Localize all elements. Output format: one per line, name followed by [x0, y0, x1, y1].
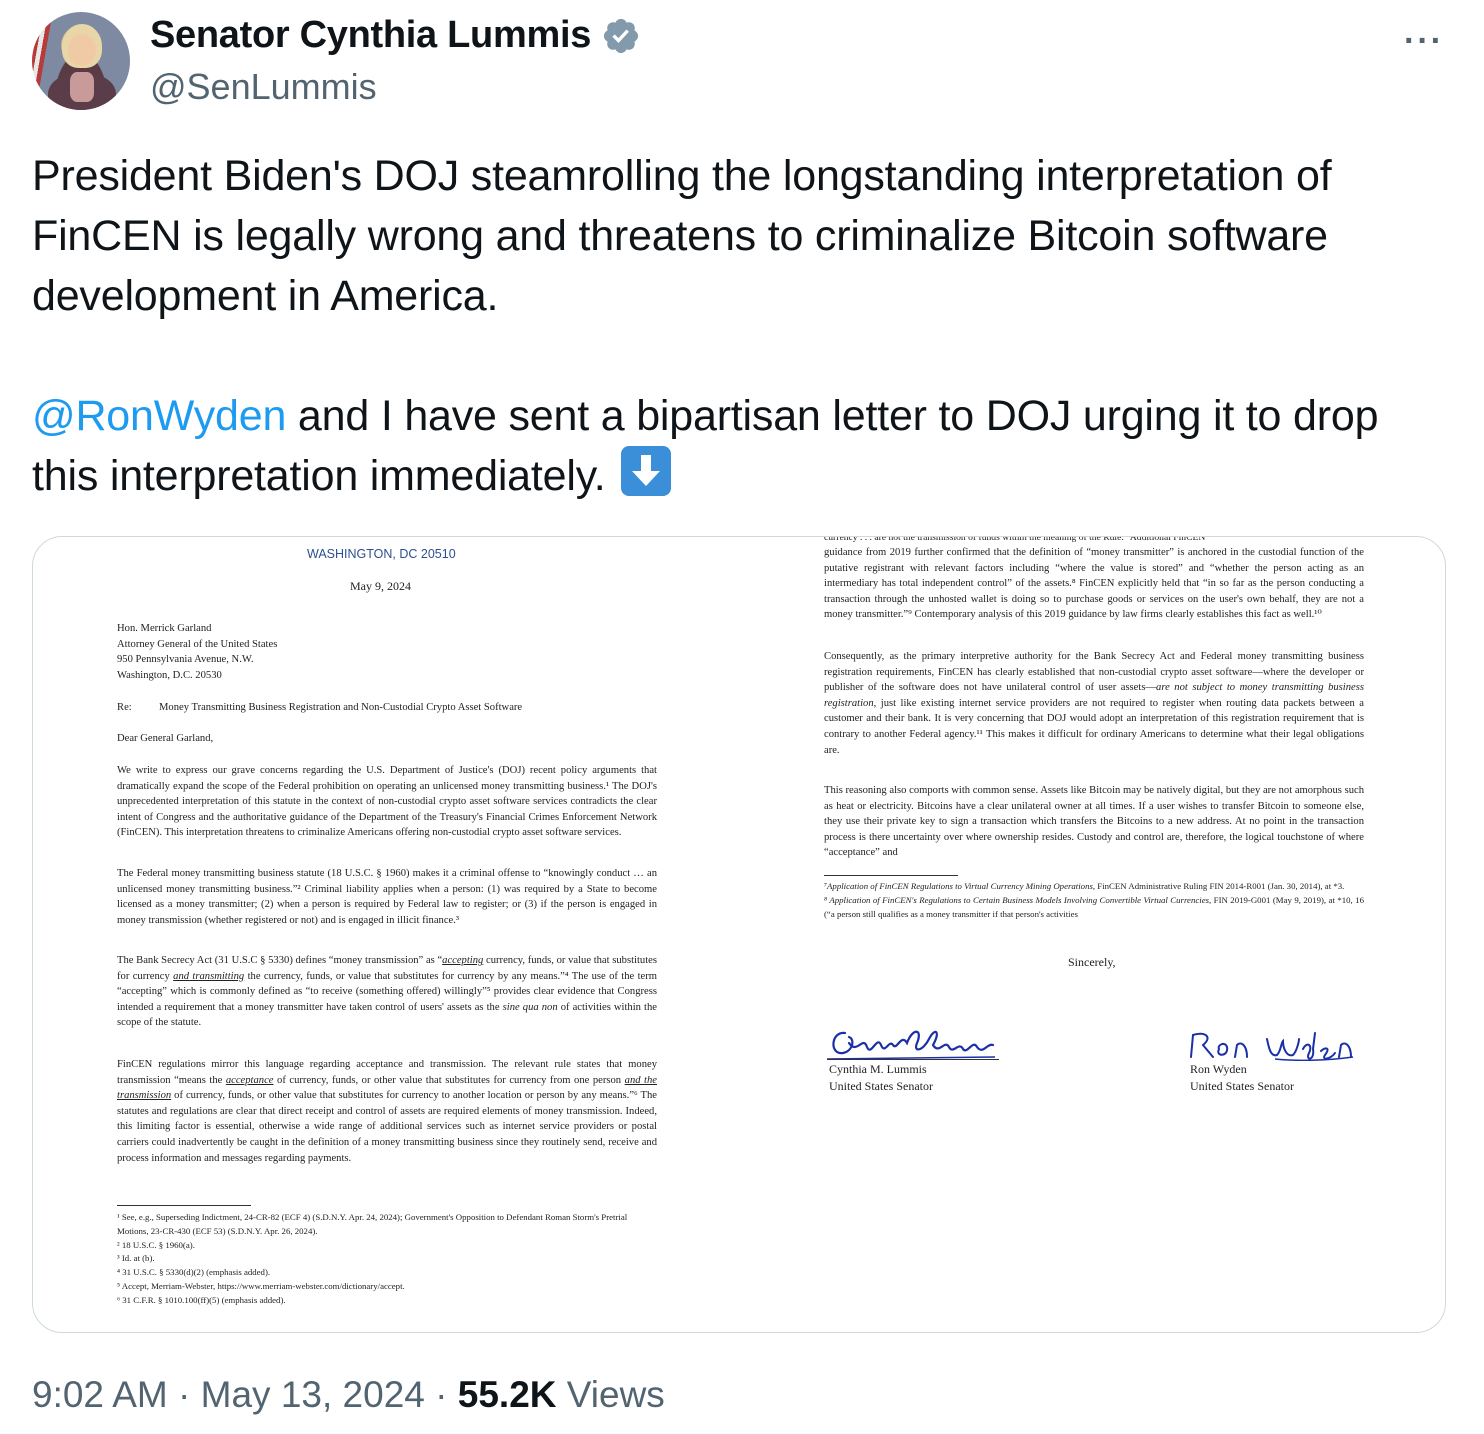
verified-badge-icon[interactable] [601, 16, 641, 56]
address-line: 950 Pennsylvania Avenue, N.W. [117, 654, 254, 666]
footnote: ⁶ 31 C.F.R. § 1010.100(ff)(5) (emphasis … [117, 1294, 286, 1305]
salutation: Dear General Garland, [117, 733, 214, 744]
avatar-face [68, 34, 96, 66]
down-arrow-emoji-icon [621, 446, 672, 496]
footnote: ⁸ Application of FinCEN's Regulations to… [824, 894, 1364, 919]
footnote-divider [824, 875, 958, 876]
author-handle[interactable]: @SenLummis [150, 66, 377, 108]
signer-name: Ron Wyden [1190, 1062, 1247, 1076]
letter-paragraph-5: guidance from 2019 further confirmed tha… [824, 547, 1364, 621]
address-line: Washington, D.C. 20530 [117, 669, 222, 681]
letter-paragraph-4: FinCEN regulations mirror this language … [117, 1059, 658, 1164]
tweet-text: President Biden's DOJ steamrolling the l… [32, 146, 1452, 506]
tweet-paragraph-2: @RonWyden and I have sent a bipartisan l… [32, 386, 1452, 506]
author-name-row: Senator Cynthia Lummis [150, 14, 641, 57]
footnote: ⁷Application of FinCEN Regulations to Vi… [824, 881, 1345, 891]
mention-link[interactable]: @RonWyden [32, 392, 286, 440]
avatar-scarf [70, 72, 94, 102]
closing: Sincerely, [1068, 955, 1116, 969]
views-count[interactable]: 55.2K [458, 1374, 557, 1415]
letter-paragraph-6: Consequently, as the primary interpretiv… [824, 651, 1364, 756]
signature-block-wyden: Ron Wyden United States Senator [1190, 1061, 1294, 1095]
letter-paragraph-1: We write to express our grave concerns r… [117, 765, 657, 839]
footnote: ² 18 U.S.C. § 1960(a). [117, 1239, 195, 1250]
signer-name: Cynthia M. Lummis [829, 1062, 927, 1076]
signer-title: United States Senator [829, 1079, 933, 1093]
letter-paragraph-2: The Federal money transmitting business … [117, 868, 657, 926]
footnote-divider [117, 1205, 251, 1206]
letter-date: May 9, 2024 [350, 579, 411, 593]
avatar[interactable] [32, 12, 130, 110]
footnotes-right: ⁷Application of FinCEN Regulations to Vi… [824, 880, 1364, 932]
re-label: Re: [117, 702, 132, 713]
footnote: ³ Id. at (b). [117, 1253, 155, 1264]
author-display-name[interactable]: Senator Cynthia Lummis [150, 14, 591, 57]
signature-block-lummis: Cynthia M. Lummis United States Senator [829, 1061, 933, 1095]
tweet-meta: 9:02 AM · May 13, 2024 · 55.2K Views [32, 1374, 665, 1415]
letter-paragraph-7: This reasoning also comports with common… [824, 785, 1364, 859]
address-line: Attorney General of the United States [117, 638, 278, 650]
footnote: ⁴ 31 U.S.C. § 5330(d)(2) (emphasis added… [117, 1267, 271, 1278]
tweet-date[interactable]: May 13, 2024 [201, 1374, 425, 1415]
address-line: Hon. Merrick Garland [117, 623, 212, 634]
tweet-media-image[interactable]: WASHINGTON, DC 20510 May 9, 2024 Hon. Me… [32, 536, 1446, 1333]
footnote: ¹ See, e.g., Superseding Indictment, 24-… [117, 1212, 628, 1236]
more-options-icon[interactable]: ··· [1404, 22, 1444, 61]
letter-paragraph-3: The Bank Secrecy Act (31 U.S.C § 5330) d… [117, 955, 657, 1029]
signature-line [827, 1059, 999, 1060]
tweet-time[interactable]: 9:02 AM [32, 1374, 168, 1415]
letter-location: WASHINGTON, DC 20510 [307, 547, 456, 561]
re-subject: Money Transmitting Business Registration… [159, 702, 523, 713]
views-label: Views [556, 1374, 665, 1415]
recipient-address: Hon. Merrick Garland Attorney General of… [117, 621, 277, 683]
footnote: ⁵ Accept, Merriam-Webster, https://www.m… [117, 1280, 405, 1291]
tweet-paragraph-1: President Biden's DOJ steamrolling the l… [32, 152, 1332, 320]
footnotes-left: ¹ See, e.g., Superseding Indictment, 24-… [117, 1211, 657, 1308]
signer-title: United States Senator [1190, 1079, 1294, 1093]
